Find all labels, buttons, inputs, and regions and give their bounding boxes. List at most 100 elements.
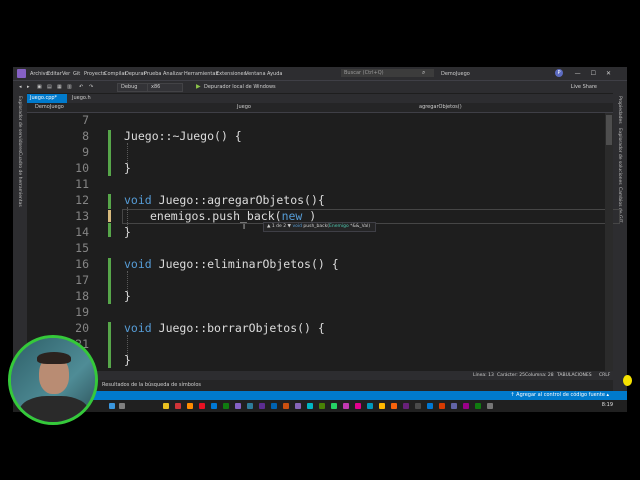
taskbar-app-icon[interactable] xyxy=(475,403,481,409)
presenter-shirt xyxy=(19,396,89,422)
taskbar-app-icon[interactable] xyxy=(271,403,277,409)
taskbar-app-icon[interactable] xyxy=(295,403,301,409)
rail-server-explorer[interactable]: Explorador de servidores xyxy=(17,96,22,152)
taskbar-app-icon[interactable] xyxy=(109,403,115,409)
profile-avatar[interactable]: P xyxy=(555,69,563,77)
menu-proyecto[interactable]: Proyecto xyxy=(84,71,106,77)
line-indicator: Línea: 13 xyxy=(473,373,494,378)
taskbar-app-icon[interactable] xyxy=(379,403,385,409)
debugger-button[interactable]: Depurador local de Windows xyxy=(204,84,276,90)
taskbar-app-icon[interactable] xyxy=(487,403,493,409)
taskbar-app-icon[interactable] xyxy=(319,403,325,409)
taskbar-app-icon[interactable] xyxy=(307,403,313,409)
menu-git[interactable]: Git xyxy=(73,71,80,77)
new-item-icon[interactable]: ▣ xyxy=(37,84,42,90)
save-all-icon[interactable]: ▥ xyxy=(67,84,72,90)
line-number: 11 xyxy=(75,177,89,191)
taskbar-app-icon[interactable] xyxy=(403,403,409,409)
nav-member[interactable]: agregarObjetos() xyxy=(419,104,462,110)
taskbar-app-icon[interactable] xyxy=(235,403,241,409)
overload-counter[interactable]: ▲ 1 de 2 ▼ xyxy=(267,224,291,229)
class-name: Juego xyxy=(158,321,194,335)
code-editor[interactable]: 7 8 9 10 11 12 13 14 15 16 17 18 19 20 2… xyxy=(27,113,620,371)
tab-juego-h[interactable]: Juego.h xyxy=(69,94,94,103)
menu-analizar[interactable]: Analizar xyxy=(163,71,183,77)
search-input[interactable]: Buscar (Ctrl+Q) xyxy=(341,69,434,77)
menu-prueba[interactable]: Prueba xyxy=(144,71,161,77)
minimize-icon[interactable]: — xyxy=(575,70,591,77)
taskbar-app-icon[interactable] xyxy=(199,403,205,409)
taskbar-app-icon[interactable] xyxy=(187,403,193,409)
menu-editar[interactable]: Editar xyxy=(47,71,62,77)
source-control-button[interactable]: ↑ Agregar al control de código fuente ▴ xyxy=(510,392,609,398)
taskbar-app-icon[interactable] xyxy=(427,403,433,409)
save-icon[interactable]: ▦ xyxy=(57,84,62,90)
taskbar-app-icon[interactable] xyxy=(415,403,421,409)
taskbar-app-icon[interactable] xyxy=(355,403,361,409)
taskbar-app-icon[interactable] xyxy=(175,403,181,409)
rail-solution-explorer[interactable]: Explorador de soluciones xyxy=(617,128,622,185)
live-share-button[interactable]: Live Share xyxy=(571,84,597,90)
maximize-icon[interactable]: ☐ xyxy=(591,70,606,77)
visual-studio-window: Archivo Editar Ver Git Proyecto Compilar… xyxy=(13,67,627,412)
menu-ventana[interactable]: Ventana xyxy=(245,71,266,77)
parameter-info-tooltip[interactable]: ▲ 1 de 2 ▼ void push_back(Enemigo *&&_Va… xyxy=(263,222,376,232)
play-icon[interactable]: ▶ xyxy=(196,83,201,90)
taskbar-app-icon[interactable] xyxy=(367,403,373,409)
menu-herramientas[interactable]: Herramientas xyxy=(184,71,218,77)
nav-project[interactable]: DemoJuego xyxy=(35,104,64,110)
forward-icon[interactable]: ▸ xyxy=(27,84,30,90)
statement: enemigos.push_back( xyxy=(150,209,282,223)
keyword: void xyxy=(124,321,152,335)
tab-juego-cpp[interactable]: Juego.cpp* ⊏ × xyxy=(27,94,67,110)
scope-operator: ::~ xyxy=(158,129,180,143)
tooltip-type: Enemigo xyxy=(329,224,349,229)
taskbar-clock[interactable]: 8:19 xyxy=(602,402,613,408)
taskbar-app-icon[interactable] xyxy=(223,403,229,409)
class-name: Juego xyxy=(158,193,194,207)
function-signature: agregarObjetos(){ xyxy=(207,193,325,207)
output-panel-title[interactable]: Resultados de la búsqueda de símbolos xyxy=(102,382,201,388)
taskbar-app-icon[interactable] xyxy=(163,403,169,409)
scrollbar-thumb[interactable] xyxy=(606,115,612,145)
taskbar-app-icon[interactable] xyxy=(343,403,349,409)
taskbar-app-icon[interactable] xyxy=(331,403,337,409)
tabs-indicator[interactable]: TABULACIONES xyxy=(557,373,592,378)
line-number: 10 xyxy=(75,161,89,175)
taskbar-app-icon[interactable] xyxy=(259,403,265,409)
close-icon[interactable]: ✕ xyxy=(606,70,621,77)
back-icon[interactable]: ◂ xyxy=(19,84,22,90)
config-dropdown[interactable]: Debug xyxy=(117,83,149,92)
taskbar-app-icon[interactable] xyxy=(119,403,125,409)
cursor-highlight-icon xyxy=(623,375,632,386)
rail-toolbox[interactable]: Cuadro de herramientas xyxy=(17,152,22,207)
presenter-hair xyxy=(37,352,71,364)
menu-extensiones[interactable]: Extensiones xyxy=(216,71,246,77)
taskbar-app-icon[interactable] xyxy=(391,403,397,409)
menu-compilar[interactable]: Compilar xyxy=(104,71,127,77)
menu-archivo[interactable]: Archivo xyxy=(30,71,49,77)
vertical-scrollbar[interactable] xyxy=(605,113,613,371)
change-bar xyxy=(108,130,111,176)
taskbar-app-icon[interactable] xyxy=(451,403,457,409)
menu-ayuda[interactable]: Ayuda xyxy=(267,71,282,77)
change-bar xyxy=(108,194,111,209)
menu-depurar[interactable]: Depurar xyxy=(125,71,145,77)
eol-indicator[interactable]: CRLF xyxy=(599,373,610,378)
rail-properties[interactable]: Propiedades xyxy=(617,96,622,124)
nav-scope[interactable]: Juego xyxy=(237,104,251,110)
taskbar-app-icon[interactable] xyxy=(247,403,253,409)
undo-icon[interactable]: ↶ xyxy=(79,84,83,90)
taskbar-app-icon[interactable] xyxy=(439,403,445,409)
taskbar-app-icon[interactable] xyxy=(463,403,469,409)
redo-icon[interactable]: ↷ xyxy=(89,84,93,90)
right-rail: Propiedades Explorador de soluciones Cam… xyxy=(613,92,627,412)
platform-dropdown[interactable]: x86 xyxy=(147,83,183,92)
tooltip-function: push_back( xyxy=(301,224,330,229)
taskbar-app-icon[interactable] xyxy=(283,403,289,409)
open-icon[interactable]: ▤ xyxy=(47,84,52,90)
line-number: 15 xyxy=(75,241,89,255)
taskbar-app-icon[interactable] xyxy=(211,403,217,409)
keyword: void xyxy=(124,193,152,207)
menu-ver[interactable]: Ver xyxy=(62,71,70,77)
